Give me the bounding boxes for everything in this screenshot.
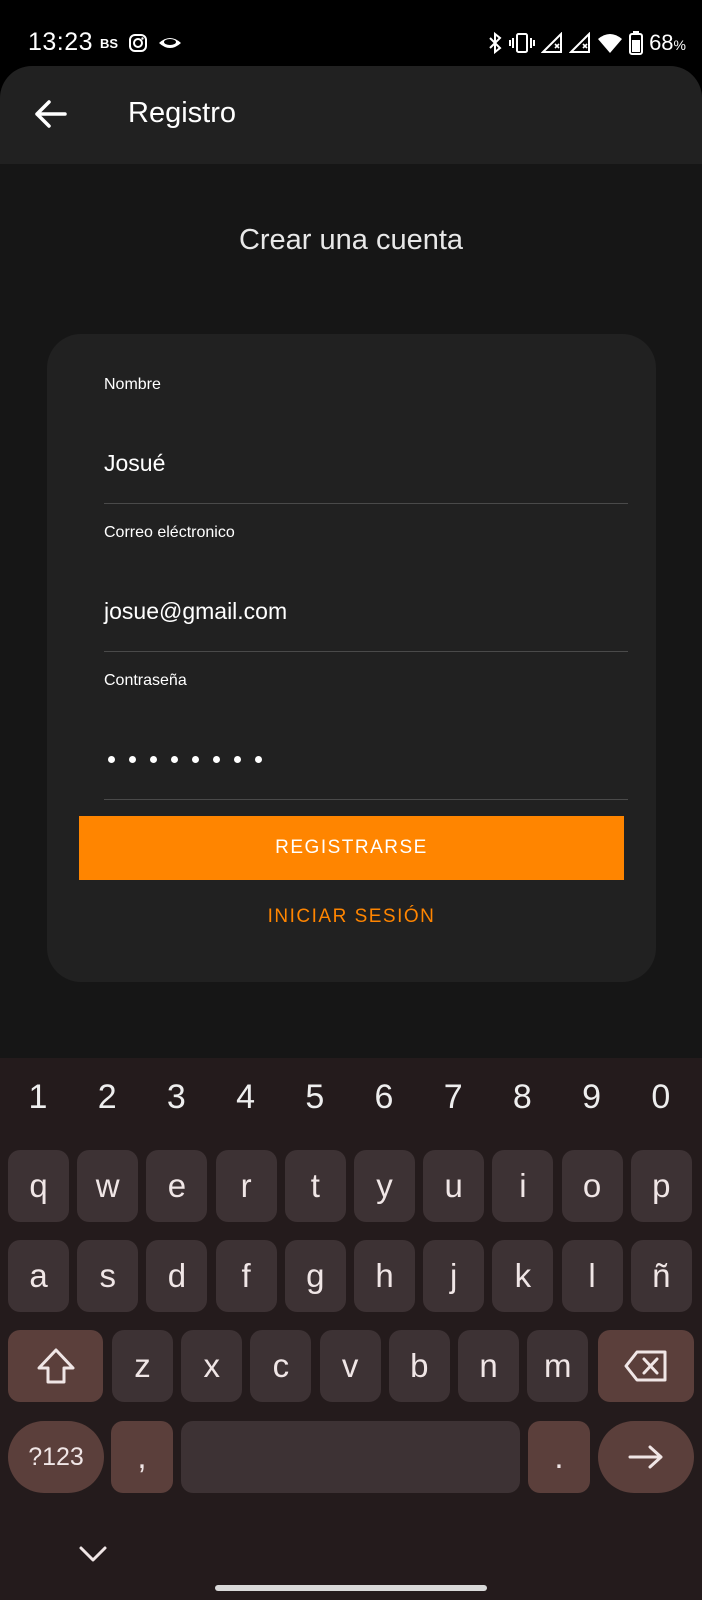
- bs-app-icon: BS: [100, 35, 119, 51]
- backspace-icon: [624, 1350, 667, 1382]
- letter-key[interactable]: x: [181, 1330, 243, 1402]
- letter-key[interactable]: o: [561, 1150, 623, 1222]
- number-key[interactable]: 6: [354, 1078, 414, 1117]
- letter-key[interactable]: s: [77, 1240, 139, 1312]
- register-button[interactable]: REGISTRARSE: [79, 816, 624, 880]
- name-underline: [104, 503, 628, 504]
- comma-key[interactable]: ,: [111, 1421, 173, 1493]
- enter-key[interactable]: [598, 1421, 694, 1493]
- letter-key[interactable]: h: [354, 1240, 415, 1312]
- home-indicator: [215, 1585, 487, 1591]
- arrow-left-icon: [35, 100, 67, 128]
- name-input[interactable]: Josué: [104, 450, 165, 477]
- number-key[interactable]: 9: [562, 1078, 622, 1117]
- email-input[interactable]: josue@gmail.com: [104, 598, 287, 625]
- password-dot: [192, 756, 199, 763]
- back-button[interactable]: [28, 92, 72, 136]
- password-dot: [171, 756, 178, 763]
- letter-key[interactable]: a: [8, 1240, 69, 1312]
- name-label: Nombre: [104, 376, 161, 393]
- number-key[interactable]: 5: [285, 1078, 345, 1117]
- on-screen-keyboard: 1234567890 ?123 , . qwertyuiop asdfghjklñ…: [0, 1058, 702, 1600]
- letter-key[interactable]: m: [527, 1330, 589, 1402]
- letter-key[interactable]: l: [561, 1240, 623, 1312]
- email-field[interactable]: Correo eléctronico josue@gmail.com: [104, 524, 628, 652]
- backspace-key[interactable]: [598, 1330, 694, 1402]
- number-key[interactable]: 8: [492, 1078, 552, 1117]
- arrow-right-icon: [628, 1445, 663, 1469]
- app-bar: Registro: [0, 66, 702, 164]
- letter-key[interactable]: t: [284, 1150, 346, 1222]
- letter-key[interactable]: n: [458, 1330, 519, 1402]
- letter-key[interactable]: q: [8, 1150, 69, 1222]
- password-field[interactable]: Contraseña: [104, 672, 628, 800]
- letter-key[interactable]: z: [112, 1330, 173, 1402]
- letter-key[interactable]: b: [388, 1330, 450, 1402]
- status-bar: 13:23 BS 68%: [0, 0, 702, 66]
- period-key[interactable]: .: [528, 1421, 590, 1493]
- shift-icon: [37, 1348, 74, 1384]
- number-key[interactable]: 1: [8, 1078, 68, 1117]
- letter-key[interactable]: w: [77, 1150, 139, 1222]
- number-key[interactable]: 2: [77, 1078, 137, 1117]
- number-key[interactable]: 0: [631, 1078, 691, 1117]
- password-dot: [129, 756, 136, 763]
- password-label: Contraseña: [104, 672, 187, 689]
- password-dot: [150, 756, 157, 763]
- password-dot: [213, 756, 220, 763]
- shift-key[interactable]: [8, 1330, 103, 1402]
- letter-key[interactable]: v: [319, 1330, 381, 1402]
- password-dot: [108, 756, 115, 763]
- system-icons: 68%: [487, 30, 686, 56]
- instagram-icon: [129, 34, 148, 52]
- chevron-down-icon[interactable]: [78, 1544, 108, 1564]
- password-underline: [104, 799, 628, 800]
- letter-key[interactable]: k: [492, 1240, 554, 1312]
- battery-icon: [629, 31, 644, 55]
- signal-icon: [569, 32, 591, 53]
- eye-icon: [159, 38, 182, 48]
- register-screen: Crear una cuenta Nombre Josué Correo elé…: [0, 164, 702, 1058]
- password-dot: [234, 756, 241, 763]
- letter-key[interactable]: ñ: [630, 1240, 692, 1312]
- number-key[interactable]: 4: [216, 1078, 276, 1117]
- number-row: 1234567890: [0, 1078, 702, 1138]
- letter-key[interactable]: e: [146, 1150, 208, 1222]
- create-account-heading: Crear una cuenta: [238, 224, 464, 256]
- login-link[interactable]: INICIAR SESIÓN: [47, 906, 656, 928]
- bluetooth-icon: [489, 31, 502, 55]
- email-underline: [104, 651, 628, 652]
- letter-key[interactable]: i: [492, 1150, 554, 1222]
- password-input[interactable]: [108, 756, 262, 763]
- letter-key[interactable]: g: [284, 1240, 346, 1312]
- status-time: 13:23: [28, 28, 94, 56]
- letter-key[interactable]: p: [630, 1150, 692, 1222]
- letter-key[interactable]: f: [215, 1240, 277, 1312]
- letter-key[interactable]: y: [354, 1150, 415, 1222]
- space-key[interactable]: [181, 1421, 520, 1493]
- symbols-key[interactable]: ?123: [8, 1421, 104, 1493]
- letter-key[interactable]: d: [146, 1240, 208, 1312]
- number-key[interactable]: 3: [146, 1078, 206, 1117]
- number-key[interactable]: 7: [423, 1078, 483, 1117]
- notification-icons: BS: [100, 33, 182, 53]
- vibrate-icon: [509, 33, 536, 53]
- email-label: Correo eléctronico: [104, 524, 235, 541]
- register-card: Nombre Josué Correo eléctronico josue@gm…: [47, 334, 656, 982]
- letter-key[interactable]: j: [423, 1240, 485, 1312]
- signal-icon: [541, 32, 563, 53]
- battery-percent: 68%: [649, 30, 686, 55]
- page-title: Registro: [128, 97, 236, 129]
- wifi-icon: [598, 34, 623, 53]
- password-dot: [255, 756, 262, 763]
- name-field[interactable]: Nombre Josué: [104, 376, 628, 504]
- letter-key[interactable]: c: [250, 1330, 312, 1402]
- letter-key[interactable]: u: [423, 1150, 485, 1222]
- letter-key[interactable]: r: [215, 1150, 277, 1222]
